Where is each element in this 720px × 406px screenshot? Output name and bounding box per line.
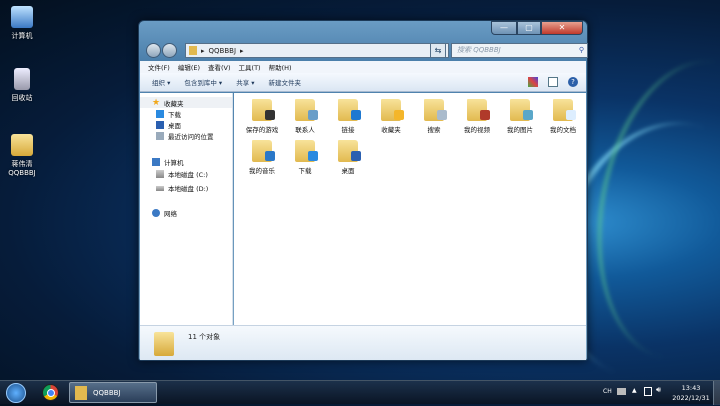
sidebar-favorites[interactable]: ★ 收藏夹 (140, 97, 232, 108)
address-bar[interactable]: ▸QQBBBJ▸▾ (185, 43, 449, 58)
folder-icon (189, 46, 197, 55)
folder-icon (295, 99, 318, 121)
drive-icon (156, 170, 164, 178)
search-input[interactable]: 搜索 QQBBBJ ⚲ (451, 43, 588, 58)
menu-file[interactable]: 文件(F) (148, 62, 170, 72)
folder-icon (338, 140, 361, 162)
folder-icon (295, 140, 318, 162)
taskbar: QQBBBJ CH ▲ 🔊︎ 13:43 2022/12/31 (0, 380, 720, 405)
clock[interactable]: 13:43 2022/12/31 (670, 383, 712, 403)
desktop-icon-recycle-bin[interactable]: 回收站 (2, 68, 42, 103)
folder-icon (381, 99, 404, 121)
taskbar-window-button[interactable]: QQBBBJ (69, 382, 157, 403)
view-options-icon[interactable] (528, 77, 538, 87)
folder-icon (424, 99, 447, 121)
menu-help[interactable]: 帮助(H) (269, 62, 292, 72)
folder-icon (252, 140, 275, 162)
menu-view[interactable]: 查看(V) (208, 62, 231, 72)
menu-edit[interactable]: 编辑(E) (178, 62, 200, 72)
file-list: 保存的游戏 联系人 链接 收藏夹 搜索 我的视频 我的图片 我的文档我的音乐 下载 桌面 (234, 93, 586, 325)
search-icon: ⚲ (578, 46, 584, 54)
maximize-button[interactable]: ▢ (517, 21, 541, 35)
new-folder-button[interactable]: 新建文件夹 (269, 77, 302, 87)
item-count: 11 个对象 (188, 333, 221, 341)
network-icon (152, 208, 160, 217)
sidebar-item-drive-c[interactable]: 本地磁盘 (C:) (140, 167, 232, 181)
folder-icon (252, 99, 275, 121)
folder-item[interactable]: 链接 (328, 99, 368, 134)
chevron-right-icon: ▸ (201, 46, 205, 55)
folder-item[interactable]: 我的图片 (500, 99, 540, 134)
network-tray-icon[interactable] (644, 387, 652, 396)
user-folder-icon (11, 134, 33, 156)
folder-icon (154, 332, 174, 356)
desktop-icon-computer[interactable]: 计算机 (2, 6, 42, 41)
chevron-right-icon[interactable]: ▸ (240, 47, 244, 55)
folder-icon (75, 385, 87, 400)
folder-icon (467, 99, 490, 121)
folder-item[interactable]: 搜索 (414, 99, 454, 134)
back-button[interactable] (146, 43, 161, 58)
start-button[interactable] (6, 383, 26, 403)
explorer-window: — ▢ ✕ ▸QQBBBJ▸▾ ⇆ 搜索 QQBBBJ⚲ 文件(F) 编辑(E)… (138, 20, 588, 361)
close-button[interactable]: ✕ (541, 21, 583, 35)
navigation-pane: ★ 收藏夹 下载 桌面 最近访问的位置 计算机 本地磁盘 (C:) 本地磁盘 (D… (140, 93, 233, 325)
chrome-taskbar-icon[interactable] (42, 384, 59, 401)
show-hidden-icons[interactable]: ▲ (632, 387, 637, 394)
folder-icon (553, 99, 576, 121)
language-indicator[interactable]: CH (603, 388, 612, 395)
keyboard-icon[interactable] (617, 388, 626, 395)
recycle-bin-icon (14, 68, 30, 90)
folder-item[interactable]: 联系人 (285, 99, 325, 134)
folder-item[interactable]: 我的视频 (457, 99, 497, 134)
recent-places-icon (156, 131, 164, 140)
folder-item[interactable]: 保存的游戏 (242, 99, 282, 134)
computer-icon (11, 6, 33, 28)
refresh-button[interactable]: ⇆ (430, 43, 446, 58)
organize-button[interactable]: 组织 ▾ (152, 77, 170, 87)
preview-pane-icon[interactable] (548, 77, 558, 87)
folder-item[interactable]: 我的文档 (543, 99, 583, 134)
sidebar-item-drive-d[interactable]: 本地磁盘 (D:) (140, 181, 232, 195)
folder-icon (338, 99, 361, 121)
folder-item[interactable]: 桌面 (328, 140, 368, 175)
volume-icon[interactable]: 🔊︎ (656, 385, 661, 395)
folder-icon (510, 99, 533, 121)
include-in-library-button[interactable]: 包含到库中 ▾ (184, 77, 222, 87)
minimize-button[interactable]: — (491, 21, 517, 35)
star-icon: ★ (152, 97, 161, 108)
help-icon[interactable]: ? (568, 77, 578, 87)
computer-icon (152, 157, 160, 166)
sidebar-item-recent[interactable]: 最近访问的位置 (140, 130, 232, 141)
sidebar-computer[interactable]: 计算机 (140, 156, 232, 167)
drive-icon (156, 185, 164, 191)
menu-tools[interactable]: 工具(T) (239, 62, 261, 72)
sidebar-network[interactable]: 网络 (140, 207, 232, 218)
show-desktop-button[interactable] (713, 381, 720, 405)
desktop-icon-user-folder[interactable]: 蒋伟清 QQBBBJ (0, 134, 44, 177)
desktop-icon (156, 120, 164, 129)
share-button[interactable]: 共享 ▾ (236, 77, 254, 87)
breadcrumb[interactable]: QQBBBJ (209, 47, 237, 55)
sidebar-item-desktop[interactable]: 桌面 (140, 119, 232, 130)
download-icon (156, 109, 164, 118)
forward-button[interactable] (162, 43, 177, 58)
folder-item[interactable]: 收藏夹 (371, 99, 411, 134)
folder-item[interactable]: 我的音乐 (242, 140, 282, 175)
folder-item[interactable]: 下载 (285, 140, 325, 175)
details-pane: 11 个对象 (140, 325, 586, 360)
sidebar-item-downloads[interactable]: 下载 (140, 108, 232, 119)
